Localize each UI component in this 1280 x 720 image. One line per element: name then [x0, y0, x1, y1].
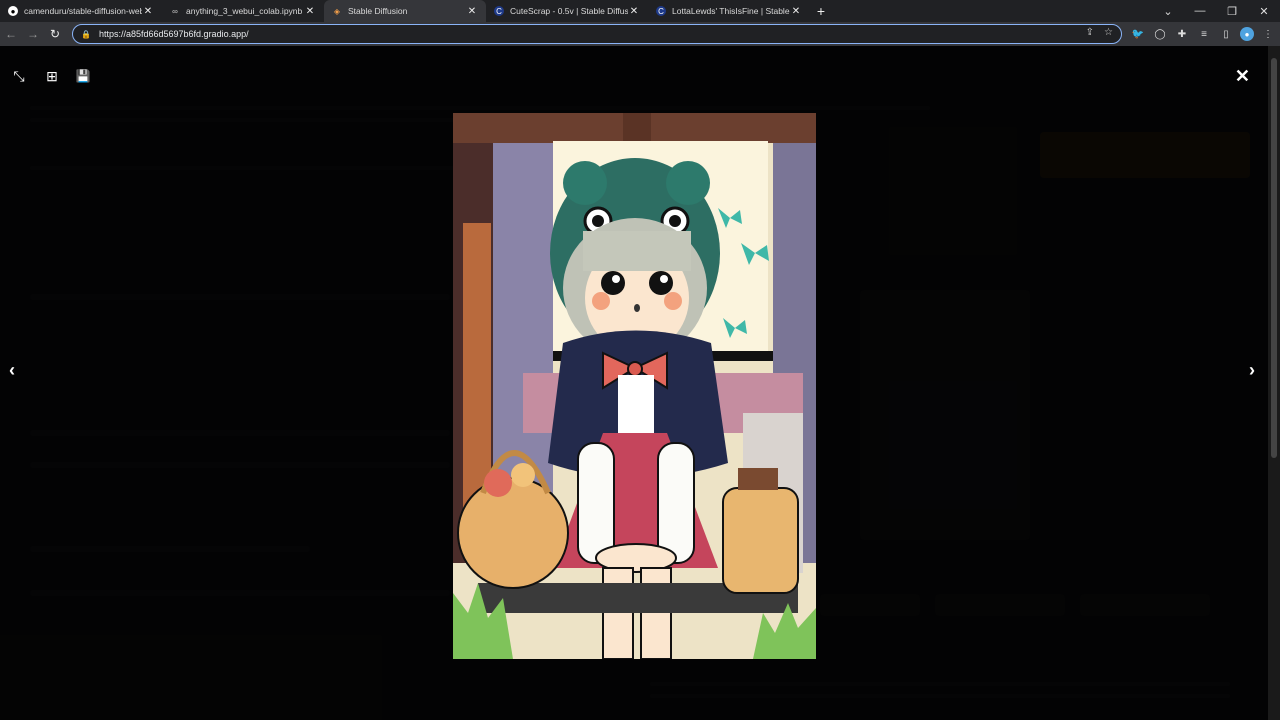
github-icon: ●: [8, 6, 18, 16]
tile-view-icon[interactable]: ⊞: [44, 68, 60, 84]
lightbox-close-icon[interactable]: ✕: [1235, 66, 1250, 87]
profile-avatar[interactable]: ●: [1240, 27, 1254, 41]
tab-close-icon[interactable]: ✕: [142, 6, 154, 17]
previous-image-arrow[interactable]: ‹: [9, 360, 15, 381]
tab-close-icon[interactable]: ✕: [790, 6, 802, 17]
tab-title: anything_3_webui_colab.ipynb -: [186, 6, 304, 16]
tab-colab[interactable]: ∞ anything_3_webui_colab.ipynb - ✕: [162, 0, 324, 22]
lock-icon: 🔒: [81, 29, 91, 39]
tab-title: LottaLewds' ThisIsFine | Stable Di: [672, 6, 790, 16]
back-icon[interactable]: ←: [0, 23, 22, 45]
browser-toolbar: ← → ↻ 🔒 https://a85fd66d5697b6fd.gradio.…: [0, 22, 1280, 46]
minimize-icon[interactable]: —: [1184, 0, 1216, 22]
side-panel-icon[interactable]: ▯: [1218, 24, 1234, 44]
url-text: https://a85fd66d5697b6fd.gradio.app/: [98, 29, 249, 39]
tab-github[interactable]: ● camenduru/stable-diffusion-web ✕: [0, 0, 162, 22]
tab-close-icon[interactable]: ✕: [466, 6, 478, 17]
reading-list-icon[interactable]: ≡: [1196, 24, 1212, 44]
browser-tab-strip: ● camenduru/stable-diffusion-web ✕ ∞ any…: [0, 0, 1280, 22]
browser-menu-icon[interactable]: ⋮: [1260, 24, 1276, 44]
tab-close-icon[interactable]: ✕: [304, 6, 316, 17]
generated-image: [453, 113, 816, 659]
extensions-area: 🐦 ◯ ✚ ≡ ▯ ● ⋮: [1130, 24, 1276, 44]
address-bar[interactable]: 🔒 https://a85fd66d5697b6fd.gradio.app/ ⇪…: [72, 24, 1122, 44]
tab-search-icon[interactable]: ⌄: [1152, 0, 1184, 22]
twitter-extension-icon[interactable]: 🐦: [1130, 24, 1146, 44]
colab-icon: ∞: [172, 6, 178, 16]
tab-title: CuteScrap - 0.5v | Stable Diffusio: [510, 6, 628, 16]
tab-stable-diffusion[interactable]: ◈ Stable Diffusion ✕: [324, 0, 486, 22]
tab-title: Stable Diffusion: [348, 6, 408, 16]
scrollbar-thumb[interactable]: [1271, 58, 1277, 458]
share-icon[interactable]: ⇪: [1086, 27, 1094, 38]
next-image-arrow[interactable]: ›: [1249, 360, 1255, 381]
tab-title: camenduru/stable-diffusion-web: [24, 6, 142, 16]
gradio-icon: ◈: [333, 6, 341, 16]
civitai-icon: C: [656, 6, 666, 16]
bookmark-star-icon[interactable]: ☆: [1104, 27, 1113, 38]
tab-cutescrap[interactable]: C CuteScrap - 0.5v | Stable Diffusio ✕: [486, 0, 648, 22]
tab-close-icon[interactable]: ✕: [628, 6, 640, 17]
forward-icon[interactable]: →: [22, 23, 44, 45]
extensions-puzzle-icon[interactable]: ✚: [1174, 24, 1190, 44]
window-close-icon[interactable]: ✕: [1248, 0, 1280, 22]
civitai-icon: C: [494, 6, 504, 16]
extension-circle-icon[interactable]: ◯: [1152, 24, 1168, 44]
page-scrollbar[interactable]: [1268, 46, 1280, 720]
toggle-zoom-icon[interactable]: ⤡: [11, 68, 27, 84]
save-icon[interactable]: 💾: [75, 68, 91, 84]
window-controls: ⌄ — ❐ ✕: [1152, 0, 1280, 22]
reload-icon[interactable]: ↻: [44, 23, 66, 45]
illustration-frog-hood-girl: [453, 113, 816, 659]
restore-icon[interactable]: ❐: [1216, 0, 1248, 22]
tab-lottalewds[interactable]: C LottaLewds' ThisIsFine | Stable Di ✕: [648, 0, 810, 22]
new-tab-button[interactable]: +: [810, 0, 832, 22]
